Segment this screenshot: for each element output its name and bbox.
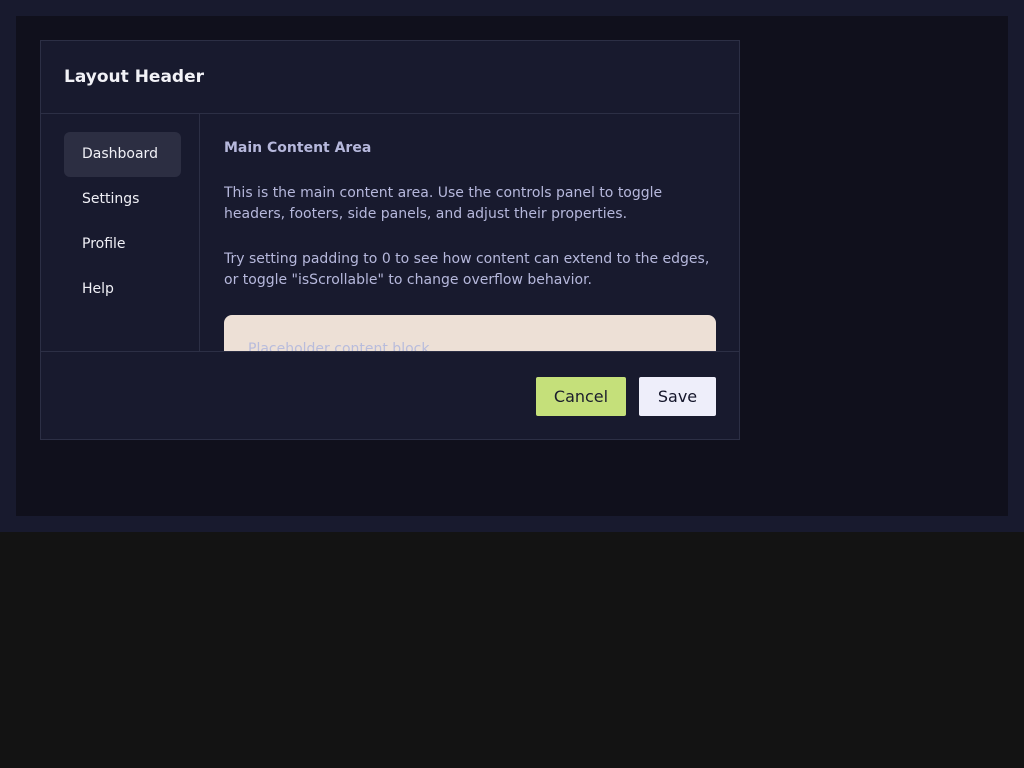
layout-title: Layout Header bbox=[64, 67, 205, 87]
cancel-button[interactable]: Cancel bbox=[536, 377, 626, 416]
main-content-title: Main Content Area bbox=[224, 140, 372, 156]
layout-footer: Cancel Save bbox=[41, 351, 739, 440]
save-button[interactable]: Save bbox=[639, 377, 716, 416]
nav-item-profile[interactable]: Profile bbox=[64, 222, 181, 267]
placeholder-text: Placeholder content block bbox=[248, 341, 430, 351]
app-frame: Layout Header Dashboard Settings Profile… bbox=[0, 0, 1024, 532]
side-panel: Dashboard Settings Profile Help bbox=[41, 114, 200, 351]
layout-body: Dashboard Settings Profile Help Main Con… bbox=[41, 114, 739, 351]
layout-header: Layout Header bbox=[41, 41, 739, 114]
nav-item-dashboard[interactable]: Dashboard bbox=[64, 132, 181, 177]
intro-paragraph: This is the main content area. Use the c… bbox=[224, 185, 663, 222]
main-content[interactable]: Main Content Area This is the main conte… bbox=[224, 114, 716, 351]
preview-canvas: Layout Header Dashboard Settings Profile… bbox=[16, 16, 1008, 516]
hint-paragraph: Try setting padding to 0 to see how cont… bbox=[224, 251, 710, 288]
nav-item-settings[interactable]: Settings bbox=[64, 177, 181, 222]
layout-container: Layout Header Dashboard Settings Profile… bbox=[40, 40, 740, 440]
nav-item-help[interactable]: Help bbox=[64, 267, 181, 312]
placeholder-block: Placeholder content block bbox=[224, 315, 716, 351]
